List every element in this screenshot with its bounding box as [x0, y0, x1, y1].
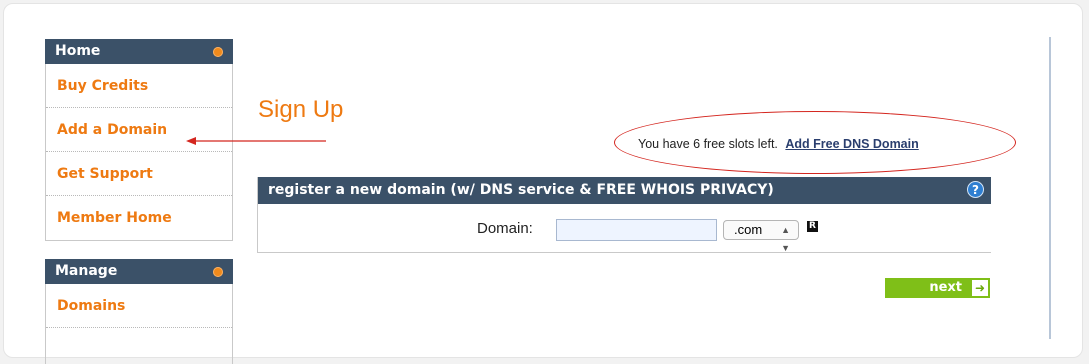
- sidebar-item-buy-credits[interactable]: Buy Credits: [46, 64, 232, 108]
- select-arrows-icon: ▲ ▼: [781, 225, 790, 253]
- manage-panel-menu: Domains: [45, 284, 233, 364]
- sidebar-item-domains[interactable]: Domains: [46, 284, 232, 328]
- register-box-title: register a new domain (w/ DNS service & …: [268, 182, 774, 198]
- tld-selected-value: .com: [734, 222, 763, 237]
- next-button[interactable]: next ➜: [885, 278, 990, 298]
- add-free-dns-domain-link[interactable]: Add Free DNS Domain: [785, 137, 918, 151]
- free-slots-notice: You have 6 free slots left. Add Free DNS…: [638, 137, 919, 151]
- manage-panel: Manage Domains: [45, 259, 233, 364]
- next-button-label: next: [929, 280, 962, 295]
- annotation-arrow-icon: [186, 137, 326, 145]
- right-divider: [1049, 37, 1051, 339]
- home-panel-title: Home: [55, 43, 101, 59]
- orange-dot-icon: [213, 267, 223, 277]
- register-domain-box: register a new domain (w/ DNS service & …: [257, 177, 991, 253]
- domain-label: Domain:: [477, 220, 533, 237]
- sidebar-item-member-home[interactable]: Member Home: [46, 196, 232, 240]
- manage-panel-title: Manage: [55, 263, 118, 279]
- sidebar-item-get-support[interactable]: Get Support: [46, 152, 232, 196]
- arrow-right-icon: ➜: [972, 280, 988, 296]
- help-icon[interactable]: ?: [967, 181, 984, 198]
- home-panel-header[interactable]: Home: [45, 39, 233, 64]
- orange-dot-icon: [213, 47, 223, 57]
- registry-badge-icon: R: [807, 221, 818, 232]
- manage-panel-header[interactable]: Manage: [45, 259, 233, 284]
- domain-input[interactable]: [556, 219, 717, 241]
- register-box-header: register a new domain (w/ DNS service & …: [258, 177, 991, 204]
- home-panel-menu: Buy Credits Add a Domain Get Support Mem…: [45, 64, 233, 241]
- tld-select[interactable]: .com ▲ ▼: [723, 220, 799, 253]
- free-slots-text: You have 6 free slots left.: [638, 137, 778, 151]
- page-title: Sign Up: [258, 96, 344, 123]
